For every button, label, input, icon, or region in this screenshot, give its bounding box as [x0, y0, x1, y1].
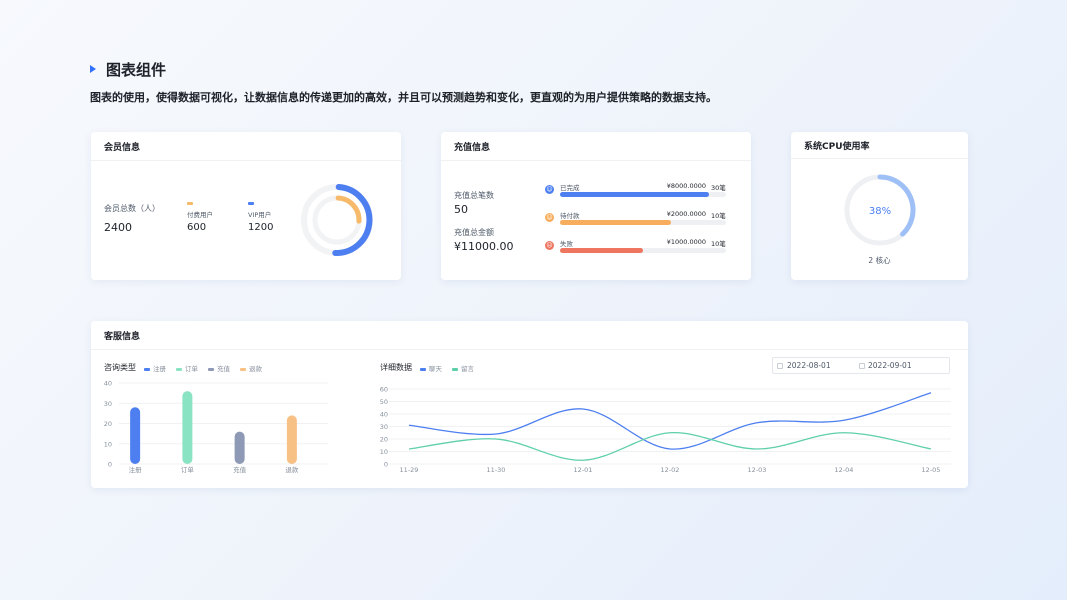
member-card-title: 会员信息 — [91, 132, 401, 161]
paid-legend-icon — [187, 202, 193, 205]
vip-legend-icon — [248, 202, 254, 205]
bar-x-tick: 充值 — [233, 465, 247, 474]
recharge-info-card: 充值信息 充值总笔数 50 充值总金额 ¥11000.00 ☺ 已完成 ¥8000.… — [441, 132, 751, 280]
member-total-value: 2400 — [104, 221, 132, 234]
member-total-label: 会员总数（人） — [104, 204, 160, 213]
recharge-progress-fill — [560, 220, 672, 225]
member-donut-chart — [301, 184, 373, 256]
line-x-tick: 12-01 — [574, 466, 593, 474]
line-x-tick: 12-04 — [835, 466, 854, 474]
page-description: 图表的使用，使得数据可视化，让数据信息的传递更加的高效，并且可以预测趋势和变化，… — [90, 91, 717, 104]
line-x-tick: 12-05 — [922, 466, 941, 474]
line-y-tick: 40 — [380, 411, 388, 419]
line-x-tick: 12-02 — [661, 466, 680, 474]
bar-x-tick: 订单 — [181, 465, 195, 474]
bar-退款 — [286, 415, 297, 464]
line-x-tick: 11-29 — [400, 466, 419, 474]
page-title: 图表组件 — [90, 58, 717, 80]
paid-user-label: 付费用户 — [187, 211, 213, 219]
vip-user-value: 1200 — [248, 222, 274, 233]
cpu-card-title: 系统CPU使用率 — [791, 132, 968, 159]
cpu-percent-label: 38% — [869, 206, 891, 217]
line-y-tick: 20 — [380, 436, 388, 444]
bar-充值 — [234, 431, 245, 464]
recharge-amount-value: ¥11000.00 — [454, 240, 514, 253]
detail-data-line-chart: 0 10 20 30 40 50 60 11-29 11-30 12-01 12-02 12-03 12… — [380, 386, 951, 474]
bar-x-tick: 注册 — [129, 465, 143, 474]
consult-type-bar-chart: 0 10 20 30 40 注册 订单 充值 退款 — [104, 380, 328, 474]
recharge-progress-track — [560, 248, 726, 253]
line-y-tick: 0 — [384, 461, 388, 469]
recharge-status-amount: ¥1000.0000 — [666, 238, 706, 246]
line-y-tick: 60 — [380, 386, 388, 394]
page-header: 图表组件 图表的使用，使得数据可视化，让数据信息的传递更加的高效，并且可以预测趋… — [90, 58, 717, 105]
recharge-progress-fill — [560, 248, 643, 253]
sad-face-icon: ☹ — [545, 241, 554, 250]
bar-y-tick: 20 — [104, 420, 112, 428]
recharge-status-count: 30笔 — [711, 184, 726, 192]
recharge-status-amount: ¥8000.0000 — [666, 182, 706, 190]
member-info-card: 会员信息 会员总数（人） 2400 付费用户 600 VIP用户 1200 — [91, 132, 401, 280]
caret-right-icon — [90, 65, 96, 73]
smile-icon: ☺ — [545, 185, 554, 194]
recharge-progress-track — [560, 220, 726, 225]
line-y-tick: 50 — [380, 398, 388, 406]
bar-y-tick: 30 — [104, 400, 112, 408]
recharge-status-label: 失败 — [560, 240, 573, 248]
recharge-count-value: 50 — [454, 203, 468, 216]
recharge-status-label: 已完成 — [560, 184, 580, 192]
cpu-gauge: 38% — [844, 174, 916, 246]
bar-x-tick: 退款 — [285, 465, 299, 474]
bar-订单 — [182, 391, 193, 464]
bar-注册 — [130, 407, 141, 464]
paid-user-value: 600 — [187, 222, 207, 233]
neutral-face-icon: ☺ — [545, 213, 554, 222]
recharge-status-label: 待付款 — [560, 212, 580, 220]
line-x-tick: 12-03 — [748, 466, 767, 474]
cpu-usage-card: 系统CPU使用率 38% 2 核心 — [791, 132, 968, 280]
bar-y-tick: 40 — [104, 380, 112, 388]
series-line-留言 — [408, 432, 932, 461]
line-y-tick: 30 — [380, 423, 388, 431]
line-x-tick: 11-30 — [487, 466, 506, 474]
recharge-progress-track — [560, 192, 726, 197]
recharge-status-amount: ¥2000.0000 — [666, 210, 706, 218]
recharge-card-title: 充值信息 — [441, 132, 751, 161]
vip-user-label: VIP用户 — [248, 211, 272, 219]
page-title-text: 图表组件 — [106, 60, 167, 79]
recharge-count-label: 充值总笔数 — [454, 191, 494, 200]
cpu-cores-label: 2 核心 — [868, 256, 891, 265]
line-y-tick: 10 — [380, 448, 388, 456]
bar-y-tick: 0 — [108, 461, 112, 469]
recharge-amount-label: 充值总金额 — [454, 228, 494, 237]
paid-arc — [335, 195, 362, 224]
recharge-status-count: 10笔 — [711, 240, 726, 248]
recharge-progress-fill — [560, 192, 710, 197]
bar-y-tick: 10 — [104, 440, 112, 448]
recharge-status-count: 10笔 — [711, 212, 726, 220]
